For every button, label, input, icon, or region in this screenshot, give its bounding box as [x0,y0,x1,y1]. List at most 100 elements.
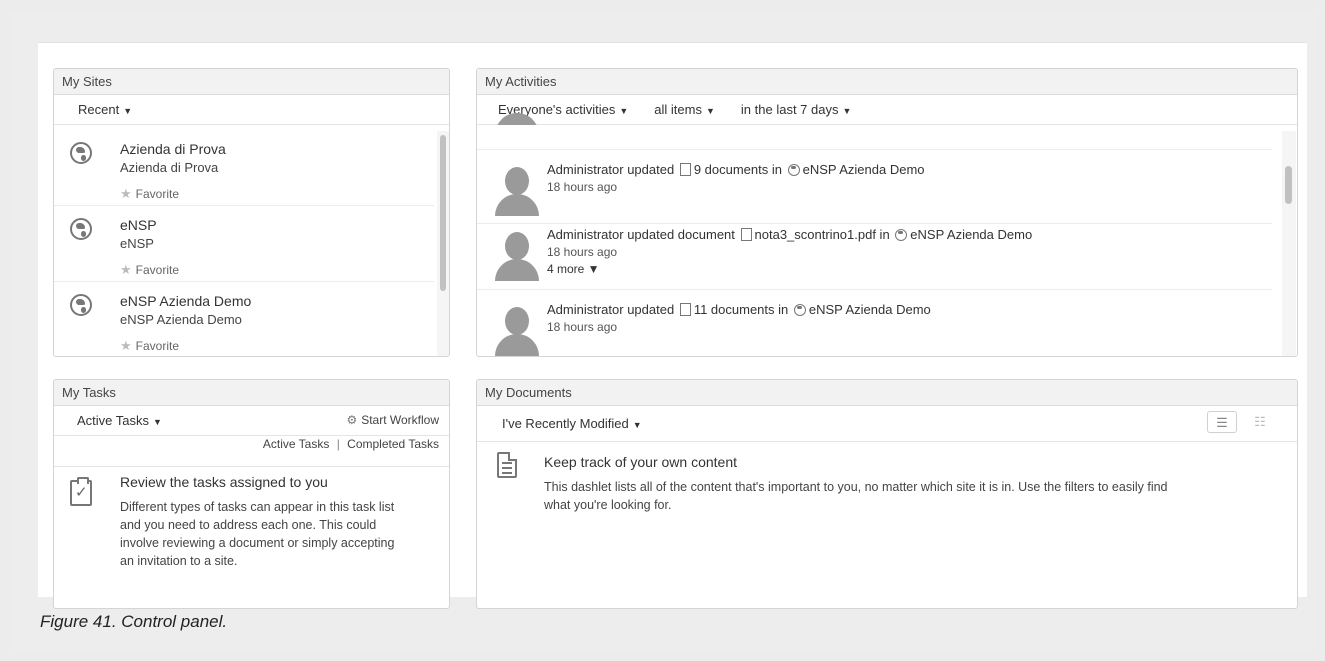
activity-site-link[interactable]: eNSP Azienda Demo [910,227,1032,242]
text-line: This dashlet lists all of the content th… [544,480,1168,494]
tasks-empty-text: Different types of tasks can appear in t… [120,498,449,570]
activity-text: Administrator updated 11 documents in eN… [547,302,931,317]
my-sites-dashlet: My Sites Recent ▼ Azienda di Prova Aziend… [53,68,450,357]
site-globe-icon [793,304,806,316]
star-icon: ★ [120,262,132,277]
simple-view-button[interactable]: ☰ [1207,411,1237,433]
favorite-toggle[interactable]: ★ Favorite [120,262,179,278]
detailed-view-button[interactable]: ☷ [1245,411,1275,433]
activity-target[interactable]: nota3_scontrino1.pdf in [755,227,890,242]
dropdown-label: Active Tasks [77,413,150,428]
activities-scrollbar-track[interactable] [1282,131,1296,356]
completed-tasks-link[interactable]: Completed Tasks [347,437,439,451]
my-sites-toolbar: Recent ▼ [54,95,449,125]
text-line: and you need to address each one. This c… [120,518,377,532]
document-icon [497,452,517,478]
caret-down-icon: ▼ [123,106,133,116]
activities-toolbar: Everyone's activities ▼ all items ▼ in the… [477,95,1297,125]
dashlet-title: My Sites [54,69,449,95]
workflow-icon: ⚙ [346,413,358,427]
favorite-label: Favorite [135,339,180,353]
site-globe-icon [70,142,92,164]
text-line: an invitation to a site. [120,554,238,568]
link-separator: | [336,437,340,451]
site-globe-icon [70,294,92,316]
task-links-divider [54,466,449,467]
dropdown-label: in the last 7 days [740,102,839,117]
activity-site-link[interactable]: eNSP Azienda Demo [803,162,925,177]
site-description: Azienda di Prova [120,160,219,175]
avatar-head [505,232,529,260]
start-workflow-label: Start Workflow [361,413,439,427]
document-icon [740,228,752,241]
user-avatar [495,232,539,281]
activity-row-divider [477,132,1272,150]
site-description: eNSP [120,236,154,251]
activity-prefix: Administrator updated document [547,227,735,242]
text-line: involve reviewing a document or simply a… [120,536,395,550]
dashlet-title: My Documents [477,380,1297,406]
sites-scrollbar-thumb[interactable] [440,135,446,291]
activities-scrollbar-thumb[interactable] [1285,166,1292,204]
favorite-toggle[interactable]: ★ Favorite [120,338,179,354]
star-icon: ★ [120,338,132,353]
avatar-body [495,194,539,216]
documents-empty-title: Keep track of your own content [544,454,737,470]
activities-item-filter-dropdown[interactable]: all items ▼ [654,102,715,117]
activities-date-filter-dropdown[interactable]: in the last 7 days ▼ [741,102,851,117]
documents-toolbar: I've Recently Modified ▼ ☰ ☷ [477,406,1297,442]
site-name[interactable]: Azienda di Prova [120,141,226,157]
doc-line [502,472,512,474]
dropdown-label: I've Recently Modified [502,416,629,431]
more-toggle[interactable]: 4 more ▼ [547,262,600,276]
documents-empty-text: This dashlet lists all of the content th… [544,478,1294,514]
activity-text: Administrator updated document nota3_sco… [547,227,1032,242]
active-tasks-link[interactable]: Active Tasks [263,437,329,451]
avatar-head [505,307,529,335]
start-workflow-button[interactable]: ⚙ Start Workflow [346,413,439,427]
caret-down-icon: ▼ [153,417,162,427]
caret-down-icon: ▼ [705,106,715,116]
activity-prefix: Administrator updated [547,302,675,317]
activity-target[interactable]: 11 documents in [694,302,788,317]
text-line: Different types of tasks can appear in t… [120,500,395,514]
avatar-body [495,334,539,356]
divider [38,42,1307,43]
site-description: eNSP Azienda Demo [120,312,242,327]
clipboard-check-icon: ✓ [70,477,92,506]
documents-filter-dropdown[interactable]: I've Recently Modified ▼ [502,416,642,431]
tasks-toolbar: Active Tasks ▼ ⚙ Start Workflow [54,406,449,436]
sites-filter-dropdown[interactable]: Recent ▼ [78,102,132,117]
caret-down-icon: ▼ [619,106,629,116]
task-links: Active Tasks | Completed Tasks [263,437,439,451]
activity-time: 18 hours ago [547,320,618,334]
activity-target[interactable]: 9 documents in [694,162,782,177]
doc-line [502,462,512,464]
my-activities-dashlet: My Activities Everyone's activities ▼ all… [476,68,1298,357]
tasks-empty-title: Review the tasks assigned to you [120,474,328,490]
star-icon: ★ [120,186,132,201]
avatar-body [495,113,539,125]
dashlet-title: My Tasks [54,380,449,406]
favorite-label: Favorite [135,263,180,277]
doc-line [502,467,512,469]
caret-down-icon: ▼ [842,106,852,116]
user-avatar [495,167,539,216]
tasks-filter-dropdown[interactable]: Active Tasks ▼ [77,413,162,428]
activity-item: Administrator updated 9 documents in eNS… [477,150,1272,224]
activity-prefix: Administrator updated [547,162,675,177]
site-name[interactable]: eNSP Azienda Demo [120,293,251,309]
site-row[interactable]: eNSP Azienda Demo eNSP Azienda Demo ★ Fav… [54,283,434,356]
dashlet-title: My Activities [477,69,1297,95]
site-globe-icon [895,229,908,241]
site-row[interactable]: Azienda di Prova Azienda di Prova ★ Favor… [54,131,434,206]
dropdown-label: Recent [78,102,120,117]
activity-time: 18 hours ago [547,245,618,259]
favorite-toggle[interactable]: ★ Favorite [120,186,179,202]
site-name[interactable]: eNSP [120,217,157,233]
activity-site-link[interactable]: eNSP Azienda Demo [809,302,931,317]
figure-caption: Figure 41. Control panel. [40,612,228,631]
site-globe-icon [70,218,92,240]
user-avatar [495,113,539,125]
site-row[interactable]: eNSP eNSP ★ Favorite [54,207,434,282]
